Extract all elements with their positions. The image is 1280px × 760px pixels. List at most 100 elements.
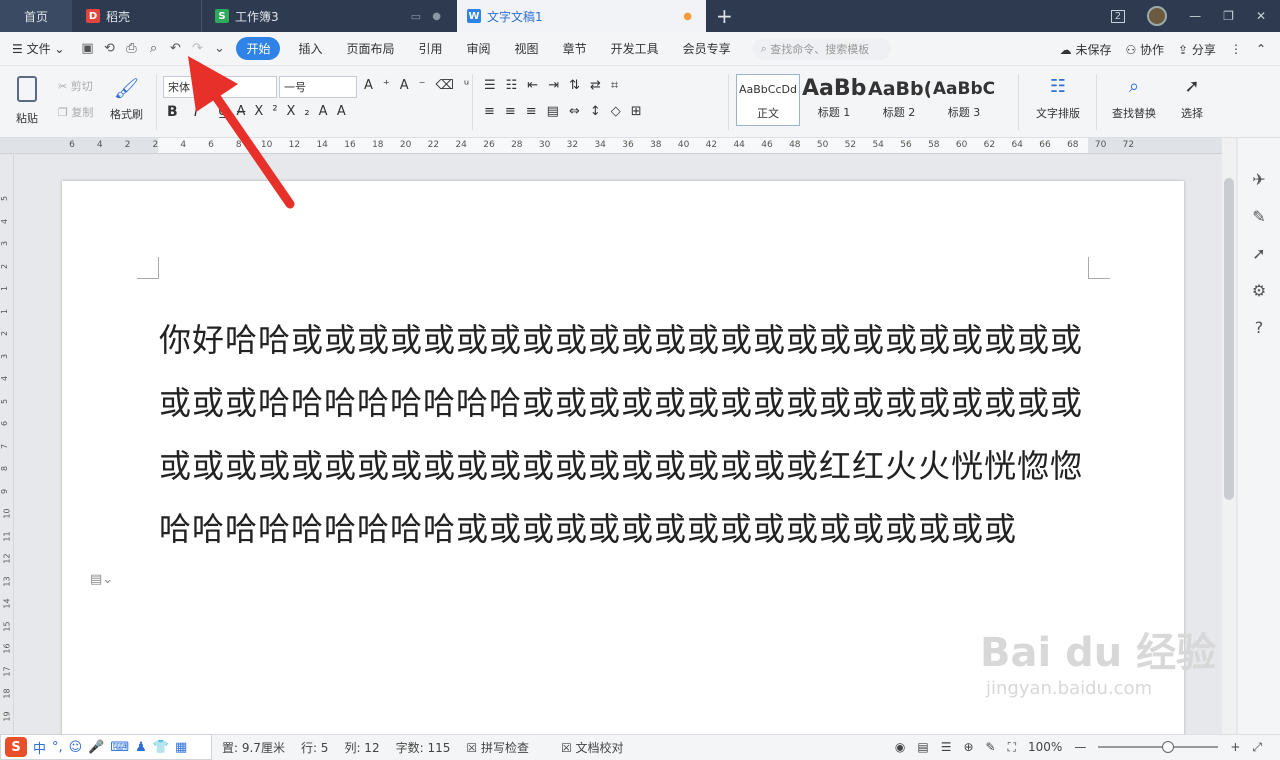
zoom-level[interactable]: 100% [1028,740,1062,754]
output-pdf-icon[interactable]: ⟲ [98,38,120,60]
find-replace-button[interactable]: ⌕ 查找替换 [1104,76,1164,121]
tab-section[interactable]: 章节 [551,40,599,57]
format-painter-button[interactable]: 🖌 格式刷 [110,76,143,122]
unsaved-button[interactable]: ☁ 未保存 [1060,41,1112,58]
status-wordcount[interactable]: 字数: 115 [396,739,451,756]
redo-icon[interactable]: ↷ [186,38,208,60]
tab-page-layout[interactable]: 页面布局 [335,40,407,57]
spell-check-button[interactable]: ☒ 拼写检查 [466,739,545,756]
tab-developer[interactable]: 开发工具 [599,40,671,57]
cut-button[interactable]: ✂ 剪切 [58,78,93,94]
write-mode-icon[interactable]: ✎ [986,740,996,754]
print-preview-icon[interactable]: ⌕ [142,38,164,60]
font-name-select[interactable]: 宋体 [163,76,277,98]
style-heading1[interactable]: AaBb 标题 1 [802,74,866,126]
rocket-icon[interactable]: ✈ [1252,170,1265,189]
paste-button[interactable]: 粘贴 [12,76,42,126]
punctuation-icon[interactable]: °, [52,740,63,755]
italic-button[interactable]: I [194,104,198,120]
style-heading1-preview: AaBb [802,76,866,101]
new-tab-button[interactable]: + [716,4,733,28]
style-heading3[interactable]: AaBbC 标题 3 [932,74,996,126]
font-effects-tools[interactable]: U̲A̶X²X₂AA [218,104,355,119]
zoom-out-button[interactable]: — [1074,740,1086,754]
zoom-slider[interactable] [1098,741,1219,753]
undo-icon[interactable]: ↶ [164,38,186,60]
skin-icon[interactable]: 👕 [153,740,169,755]
tab-insert[interactable]: 插入 [286,40,334,57]
style-heading2[interactable]: AaBb( 标题 2 [868,74,930,126]
document-body-text[interactable]: 你好哈哈或或或或或或或或或或或或或或或或或或或或或或或或或或或哈哈哈哈哈哈哈哈或… [159,309,1093,561]
select-button[interactable]: ➚ 选择 [1172,76,1212,121]
pointer-icon[interactable]: ➚ [1252,244,1265,263]
keyboard-icon[interactable]: ⌨ [110,740,129,755]
zoom-knob[interactable] [1162,741,1175,753]
monitor-icon[interactable]: ▭ [411,10,421,23]
ruler-tick: 22 [427,140,440,150]
text-layout-icon: ☷ [1049,76,1067,97]
tab-review[interactable]: 审阅 [455,40,503,57]
share-button[interactable]: ⇪ 分享 [1178,41,1216,58]
window-count-badge[interactable]: 2 [1110,9,1126,23]
text-layout-button[interactable]: ☷ 文字排版 [1028,76,1088,121]
emoji-icon[interactable]: ☺ [69,740,83,755]
style-normal[interactable]: AaBbCcDd 正文 [736,74,800,126]
fit-icon[interactable]: ⛶ [1008,740,1016,755]
more-dropdown-icon[interactable]: ⌄ [208,38,230,60]
align-tools[interactable]: ≡≡≡▤⇔↕◇⊞ [484,104,652,119]
vruler-tick: 5 [0,195,10,202]
tab-view[interactable]: 视图 [503,40,551,57]
vertical-ruler[interactable]: 543211234567891011121314151617181920 [0,154,14,744]
eye-icon[interactable]: ◉ [895,740,905,754]
close-dot-icon[interactable]: ● [432,11,441,22]
web-view-icon[interactable]: ⊕ [963,740,973,754]
tab-member[interactable]: 会员专享 [671,40,743,57]
collapse-ribbon-icon[interactable]: ⌃ [1256,42,1266,56]
mic-icon[interactable]: 🎤 [88,740,104,755]
help-icon[interactable]: ? [1255,318,1264,337]
tab-docer[interactable]: D 稻壳 [74,0,202,32]
unsaved-dot-icon[interactable]: ● [683,11,692,22]
tab-references[interactable]: 引用 [407,40,455,57]
ruler-tick: 72 [1122,140,1135,150]
zoom-in-button[interactable]: + [1230,740,1240,754]
scroll-thumb[interactable] [1224,178,1234,500]
outline-view-icon[interactable]: ☰ [941,740,952,754]
sogou-logo-icon[interactable]: S [5,737,27,757]
file-menu[interactable]: ☰ 文件 ⌄ [0,40,76,57]
menu-bar: ☰ 文件 ⌄ ▣ ⟲ ⎙ ⌕ ↶ ↷ ⌄ 开始 插入 页面布局 引用 审阅 视图… [0,32,1280,66]
tab-workbook3[interactable]: S 工作簿3 ▭ ● [203,0,455,32]
tab-start[interactable]: 开始 [236,37,281,60]
font-size-tools[interactable]: A⁺A⁻⌫ᵘ [364,78,479,93]
bold-button[interactable]: B [167,104,178,120]
copy-button[interactable]: ❐ 复制 [58,104,93,120]
list-tools[interactable]: ☰☷⇤⇥⇅⇄⌗ [484,78,628,93]
vruler-tick: 8 [0,465,10,472]
style-heading2-preview: AaBb( [868,78,930,100]
collab-button[interactable]: ⚇ 协作 [1125,41,1164,58]
more-menu-icon[interactable]: ⋮ [1230,42,1242,56]
save-icon[interactable]: ▣ [76,38,98,60]
user-icon[interactable]: ♟ [135,740,147,755]
avatar[interactable] [1147,6,1168,26]
adjust-icon[interactable]: ⚙ [1252,281,1266,300]
vruler-tick: 5 [0,398,10,404]
pen-icon[interactable]: ✎ [1252,207,1265,226]
ime-lang[interactable]: 中 [33,738,46,757]
minimize-button[interactable]: — [1189,9,1201,23]
font-size-select[interactable]: 一号 [279,76,357,98]
fullscreen-icon[interactable]: ⤢ [1252,740,1262,755]
paragraph-layout-icon[interactable]: ▤⌄ [90,572,113,587]
print-icon[interactable]: ⎙ [120,38,142,60]
spell-check-label: 拼写检查 [480,741,529,755]
close-button[interactable]: ✕ [1256,9,1266,23]
apps-icon[interactable]: ▦ [175,740,187,755]
command-search-input[interactable]: ⌕ 查找命令、搜索模板 [752,37,891,60]
vertical-scrollbar[interactable] [1222,138,1236,734]
tab-home[interactable]: 首页 [0,0,72,32]
horizontal-ruler[interactable]: 6 4 2 2 4 6 8 10 12 14 16 18 20 22 24 26 28 30 32 34 36 38 40 4… [0,138,1222,154]
restore-button[interactable]: ❐ [1223,9,1234,23]
proofread-button[interactable]: ☒ 文档校对 [561,739,640,756]
tab-document1[interactable]: W 文字文稿1 ● [457,0,706,32]
page-view-icon[interactable]: ▤ [917,740,928,754]
